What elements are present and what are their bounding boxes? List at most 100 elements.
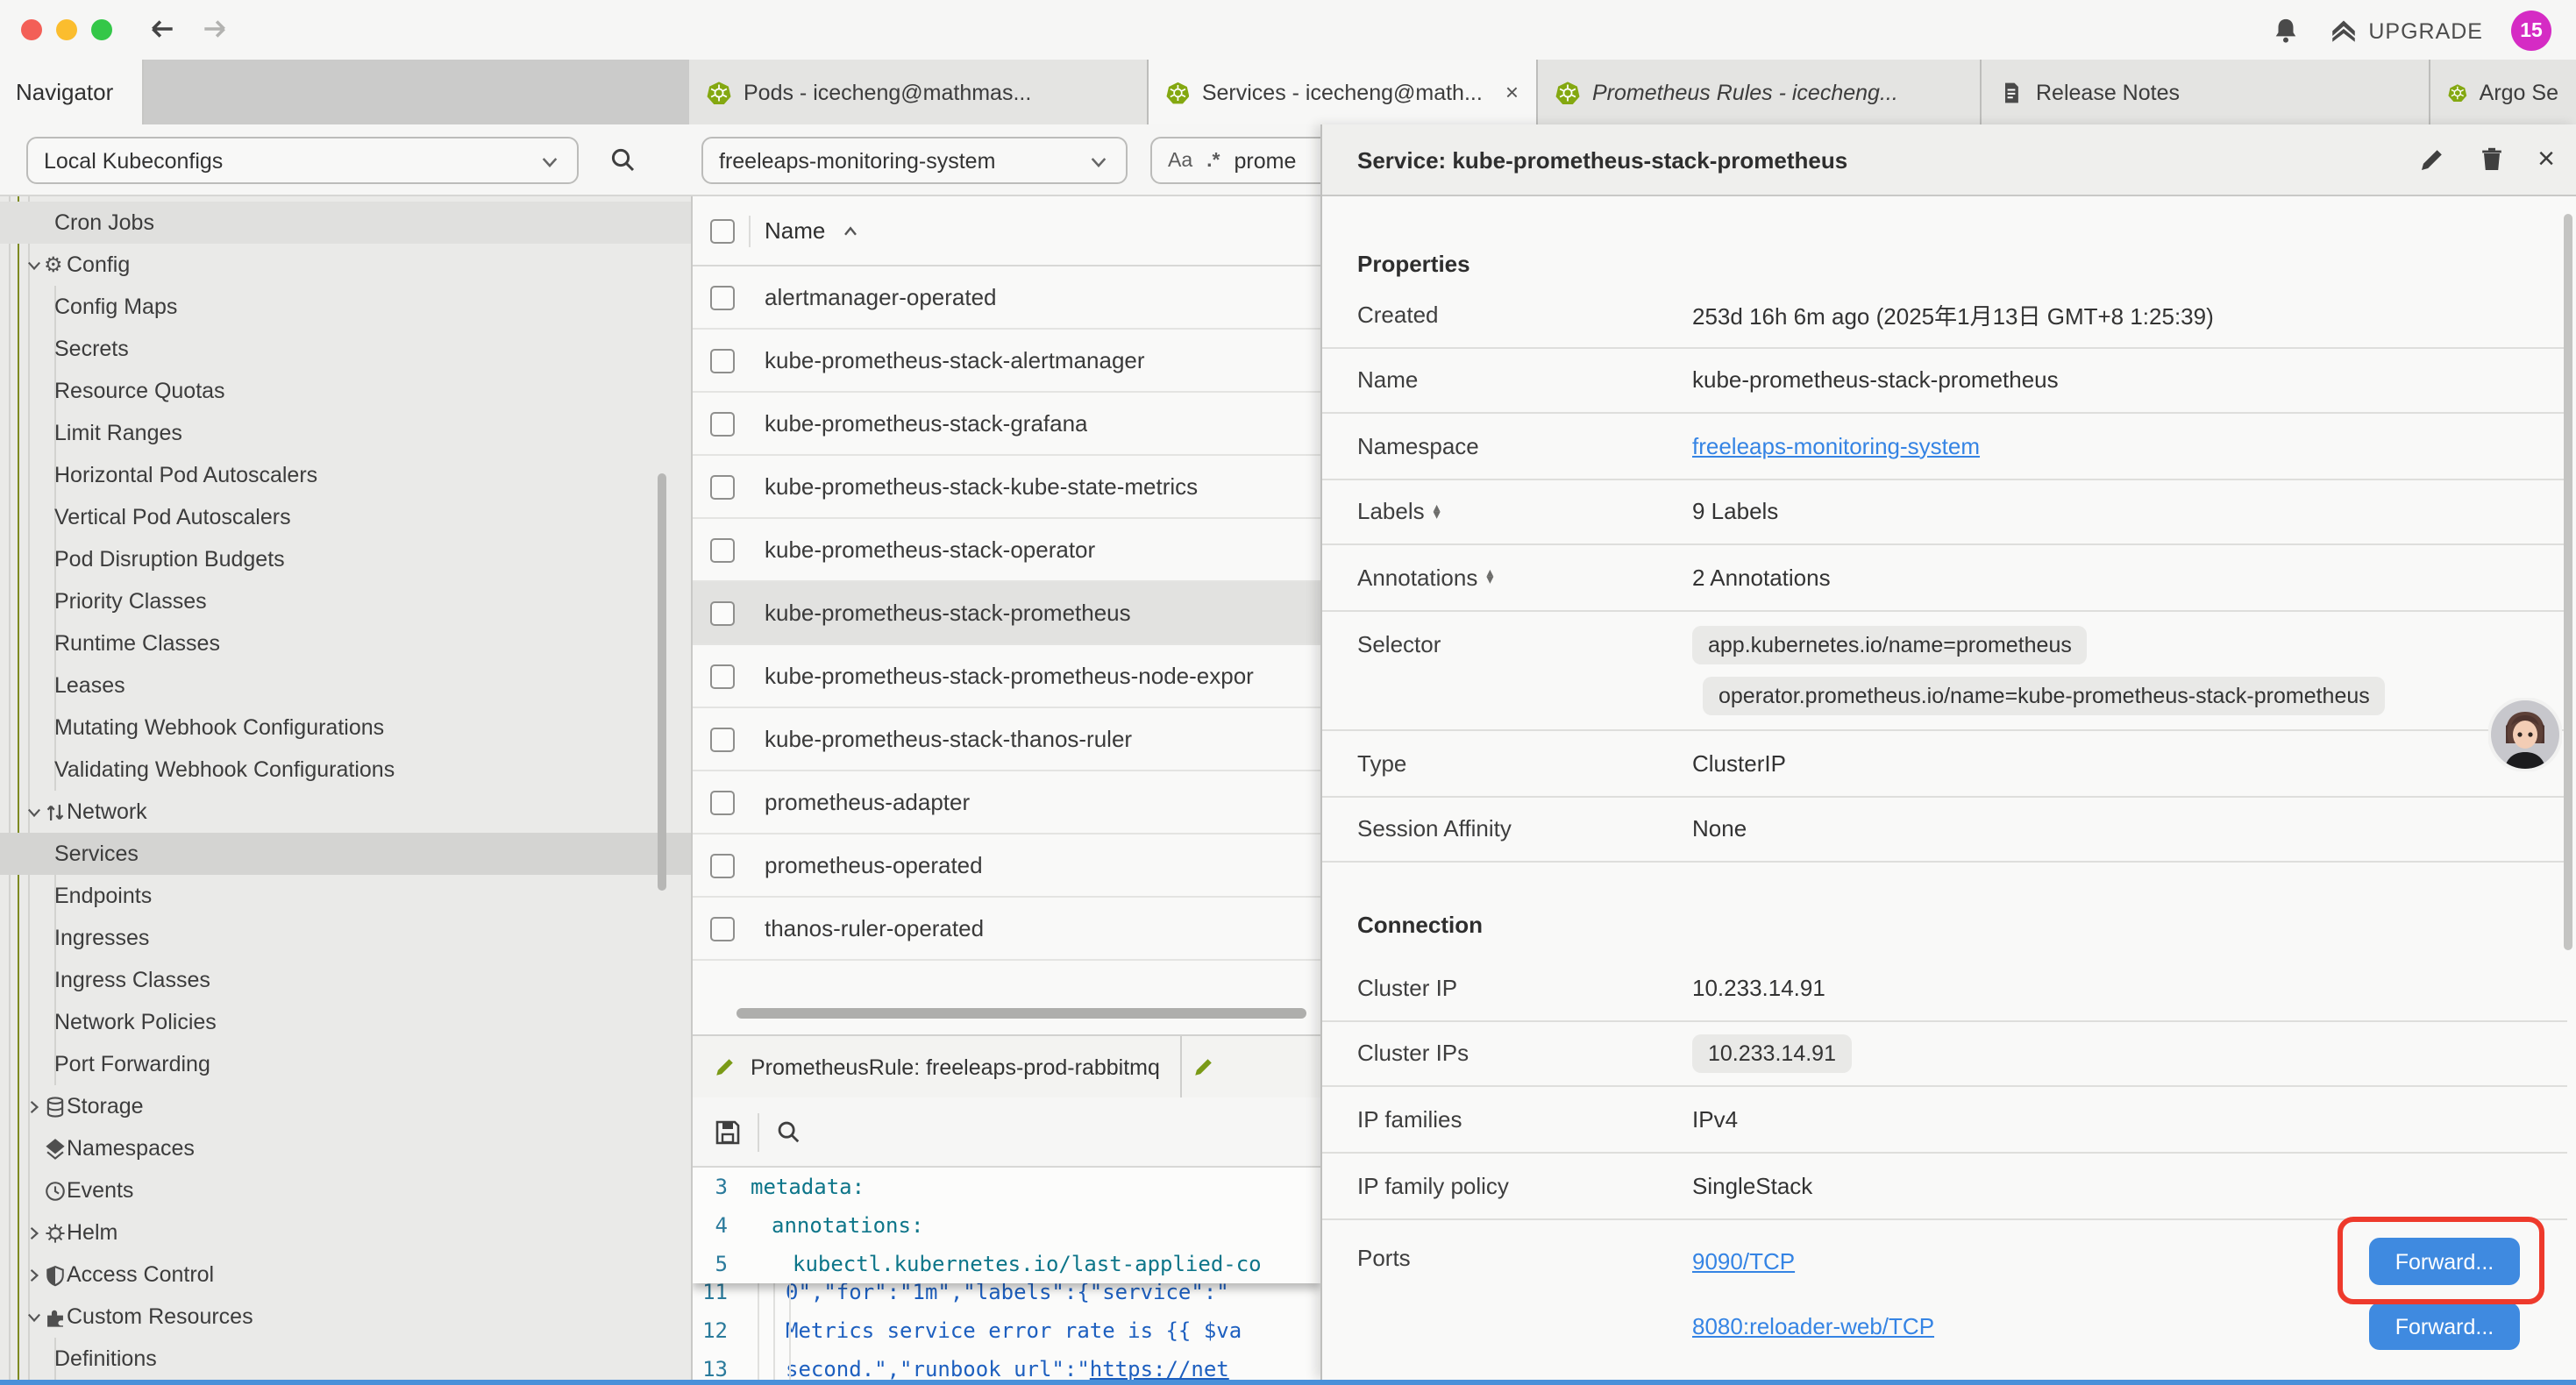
kubeconfig-selector[interactable]: Local Kubeconfigs <box>26 137 579 184</box>
editor-tab-prometheusrule[interactable]: PrometheusRule: freeleaps-prod-rabbitmq <box>693 1036 1183 1097</box>
assistant-avatar[interactable] <box>2488 698 2562 777</box>
row-checkbox[interactable] <box>710 916 735 941</box>
table-row[interactable]: alertmanager-operated <box>693 266 1320 330</box>
sidebar-group-access-control[interactable]: Access Control <box>0 1254 693 1296</box>
sidebar-item-secrets[interactable]: Secrets <box>0 328 693 370</box>
table-row[interactable]: kube-prometheus-stack-alertmanager <box>693 330 1320 393</box>
table-row-selected[interactable]: kube-prometheus-stack-prometheus <box>693 582 1320 645</box>
namespace-link[interactable]: freeleaps-monitoring-system <box>1692 433 1980 459</box>
select-all-checkbox[interactable] <box>710 218 735 243</box>
delete-trash-icon[interactable] <box>2478 146 2506 174</box>
sidebar-search-icon[interactable] <box>608 146 637 174</box>
namespace-selector-value: freeleaps-monitoring-system <box>719 148 995 173</box>
edit-pencil-icon[interactable] <box>2418 146 2446 174</box>
sidebar-item-runtime-classes[interactable]: Runtime Classes <box>0 622 693 664</box>
sidebar-item-endpoints[interactable]: Endpoints <box>0 875 693 917</box>
sidebar-item-ingress-classes[interactable]: Ingress Classes <box>0 959 693 1001</box>
sidebar-item-ingresses[interactable]: Ingresses <box>0 917 693 959</box>
tab-pods[interactable]: Pods - icecheng@mathmas... <box>689 60 1149 124</box>
sidebar-group-config[interactable]: ⚙ Config <box>0 244 693 286</box>
sidebar-group-helm[interactable]: Helm <box>0 1211 693 1254</box>
expand-collapse-icon[interactable]: ▴▾ <box>1434 505 1441 519</box>
sidebar-item-namespaces[interactable]: Namespaces <box>0 1127 693 1169</box>
sidebar-item-network-policies[interactable]: Network Policies <box>0 1001 693 1043</box>
fold-guide <box>773 1273 775 1380</box>
connection-section-heading: Connection <box>1357 912 1483 938</box>
tab-label: Prometheus Rules - icecheng... <box>1592 80 1898 104</box>
row-checkbox[interactable] <box>710 727 735 751</box>
match-case-icon[interactable]: Aa <box>1168 150 1192 171</box>
table-row[interactable]: kube-prometheus-stack-prometheus-node-ex… <box>693 645 1320 708</box>
forward-arrow-icon[interactable] <box>200 14 230 44</box>
sidebar-scrollbar[interactable] <box>658 473 666 891</box>
back-arrow-icon[interactable] <box>147 14 177 44</box>
sidebar-group-network[interactable]: Network <box>0 791 693 833</box>
name-column-header[interactable]: Name <box>765 217 825 244</box>
avatar-image <box>2488 698 2562 771</box>
sidebar-item-limit-ranges[interactable]: Limit Ranges <box>0 412 693 454</box>
sidebar-item-priority-classes[interactable]: Priority Classes <box>0 580 693 622</box>
row-checkbox[interactable] <box>710 853 735 877</box>
minimize-window-button[interactable] <box>56 19 77 40</box>
namespace-selector[interactable]: freeleaps-monitoring-system <box>701 137 1128 184</box>
editor-search-icon[interactable] <box>775 1119 801 1145</box>
notifications-bell-icon[interactable] <box>2270 16 2300 46</box>
maximize-window-button[interactable] <box>91 19 112 40</box>
close-window-button[interactable] <box>21 19 42 40</box>
sidebar-item-port-forwarding[interactable]: Port Forwarding <box>0 1043 693 1085</box>
table-row[interactable]: kube-prometheus-stack-kube-state-metrics <box>693 456 1320 519</box>
row-checkbox[interactable] <box>710 600 735 625</box>
chevron-right-icon <box>25 1265 44 1284</box>
save-icon[interactable] <box>714 1118 742 1146</box>
row-checkbox[interactable] <box>710 664 735 688</box>
row-checkbox[interactable] <box>710 411 735 436</box>
sidebar-item-definitions[interactable]: Definitions <box>0 1338 693 1380</box>
row-checkbox[interactable] <box>710 348 735 373</box>
sidebar-item-resource-quotas[interactable]: Resource Quotas <box>0 370 693 412</box>
port-link-8080[interactable]: 8080:reloader-web/TCP <box>1692 1313 1934 1339</box>
navigator-panel-tab[interactable]: Navigator <box>0 60 144 124</box>
table-row[interactable]: kube-prometheus-stack-operator <box>693 519 1320 582</box>
sidebar-item-pod-disruption-budgets[interactable]: Pod Disruption Budgets <box>0 538 693 580</box>
table-row[interactable]: kube-prometheus-stack-grafana <box>693 393 1320 456</box>
table-row[interactable]: thanos-ruler-operated <box>693 898 1320 961</box>
detail-scrollbar[interactable] <box>2564 214 2572 950</box>
tab-prometheus-rules[interactable]: Prometheus Rules - icecheng... <box>1538 60 1982 124</box>
yaml-editor[interactable]: 11 0","for":"1m","labels":{"service":" 1… <box>693 1168 1320 1380</box>
sidebar-item-validating-webhook-configurations[interactable]: Validating Webhook Configurations <box>0 749 693 791</box>
sidebar-item-leases[interactable]: Leases <box>0 664 693 707</box>
table-row[interactable]: prometheus-adapter <box>693 771 1320 835</box>
row-checkbox[interactable] <box>710 285 735 309</box>
upgrade-button[interactable]: UPGRADE <box>2328 16 2483 46</box>
tab-argo[interactable]: Argo Se <box>2430 60 2576 124</box>
runbook-url-link[interactable]: https://net <box>1090 1357 1229 1380</box>
sort-ascending-icon[interactable] <box>839 220 860 241</box>
close-panel-icon[interactable]: × <box>2537 142 2555 177</box>
regex-icon[interactable]: .* <box>1206 150 1220 171</box>
notification-count-badge[interactable]: 15 <box>2511 11 2551 51</box>
tab-release-notes[interactable]: Release Notes <box>1982 60 2430 124</box>
expand-collapse-icon[interactable]: ▴▾ <box>1486 571 1493 585</box>
table-row[interactable]: prometheus-operated <box>693 835 1320 898</box>
port-link-9090[interactable]: 9090/TCP <box>1692 1248 1795 1275</box>
horizontal-scrollbar[interactable] <box>737 1008 1306 1019</box>
sidebar-item-events[interactable]: Events <box>0 1169 693 1211</box>
sidebar-item-config-maps[interactable]: Config Maps <box>0 286 693 328</box>
table-row[interactable]: kube-prometheus-stack-thanos-ruler <box>693 708 1320 771</box>
sidebar-item-vertical-pod-autoscalers[interactable]: Vertical Pod Autoscalers <box>0 496 693 538</box>
forward-button-8080[interactable]: Forward... <box>2369 1303 2520 1350</box>
tab-services[interactable]: Services - icecheng@math... × <box>1149 60 1538 124</box>
sidebar-group-custom-resources[interactable]: Custom Resources <box>0 1296 693 1338</box>
property-row-cluster-ip: Cluster IP 10.233.14.91 <box>1322 955 2567 1021</box>
navigator-sidebar: Cron Jobs ⚙ Config Config Maps Secrets R… <box>0 196 693 1380</box>
sidebar-item-horizontal-pod-autoscalers[interactable]: Horizontal Pod Autoscalers <box>0 454 693 496</box>
editor-tab-partial[interactable] <box>1183 1036 1320 1097</box>
row-checkbox[interactable] <box>710 474 735 499</box>
sidebar-item-mutating-webhook-configurations[interactable]: Mutating Webhook Configurations <box>0 707 693 749</box>
close-tab-icon[interactable]: × <box>1505 79 1519 105</box>
row-checkbox[interactable] <box>710 790 735 814</box>
row-checkbox[interactable] <box>710 537 735 562</box>
sidebar-item-cron-jobs[interactable]: Cron Jobs <box>0 202 693 244</box>
sidebar-group-storage[interactable]: Storage <box>0 1085 693 1127</box>
sidebar-item-services[interactable]: Services <box>0 833 693 875</box>
